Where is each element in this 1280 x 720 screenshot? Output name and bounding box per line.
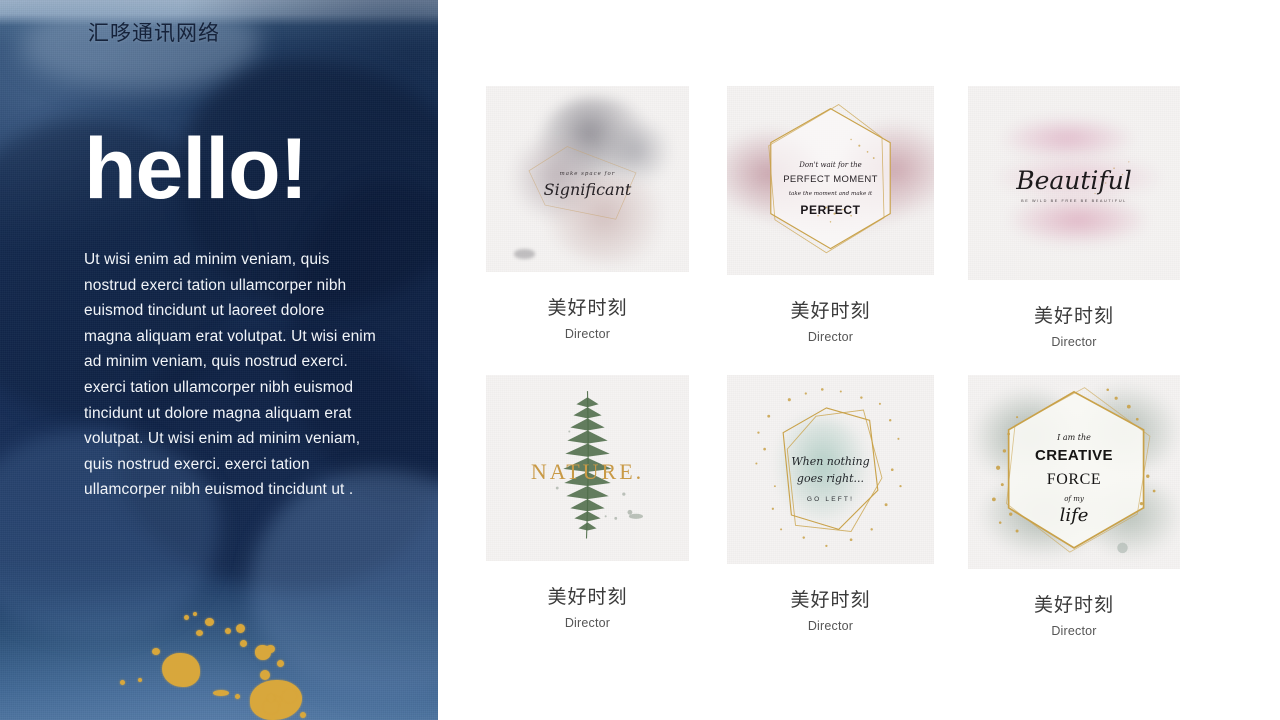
artwork-line-2: CREATIVE [1035,446,1113,464]
gallery-card[interactable]: Don't wait for the PERFECT MOMENT take t… [727,86,934,344]
artwork-line-3: GO LEFT! [806,496,855,504]
artwork-title: NATURE. [530,458,645,484]
card-role: Director [1051,623,1097,638]
card-name: 美好时刻 [790,300,871,323]
card-thumbnail[interactable]: Don't wait for the PERFECT MOMENT take t… [727,86,934,276]
gallery-card[interactable]: When nothing goes right... GO LEFT! 美好时刻… [727,375,934,633]
artwork-line-1: I am the [1057,433,1091,443]
artwork-title: Beautiful [1016,165,1132,195]
card-name: 美好时刻 [547,296,628,319]
artwork-line-3: take the moment and make it [788,191,873,198]
artwork-subtitle: make space for [559,170,616,177]
artwork-line-1: When nothing [791,454,870,468]
card-name: 美好时刻 [547,585,628,608]
card-thumbnail[interactable]: I am the CREATIVE FORCE of my life [968,375,1180,569]
card-name: 美好时刻 [790,589,871,612]
artwork-line-5: life [1059,504,1089,526]
card-role: Director [564,326,611,341]
gallery-card[interactable]: make space for Significant 美好时刻 Director [486,86,689,341]
card-name: 美好时刻 [1033,593,1114,616]
card-role: Director [564,615,611,630]
artwork-line-3: FORCE [1046,471,1102,488]
artwork-subtitle: BE WILD BE FREE BE BEAUTIFUL [1021,198,1127,203]
team-gallery: make space for Significant 美好时刻 Director [438,0,1280,720]
gold-geometric-frame-icon [755,388,902,547]
slide-canvas: 汇哆通讯网络 hello! Ut wisi enim ad minim veni… [0,0,1280,720]
card-role: Director [807,330,854,345]
card-role: Director [807,619,854,634]
gallery-card[interactable]: Beautiful BE WILD BE FREE BE BEAUTIFUL 美… [968,86,1180,349]
page-title: hello! [84,121,308,217]
artwork-line-1: Don't wait for the [799,160,862,169]
brand-title: 汇哆通讯网络 [88,21,220,45]
artwork-line-2: goes right... [796,471,865,485]
ink-splatter [514,249,535,259]
card-name: 美好时刻 [1033,304,1114,327]
card-thumbnail[interactable]: When nothing goes right... GO LEFT! [727,375,934,565]
artwork-line-4: PERFECT [800,203,861,218]
card-role: Director [1051,334,1097,349]
artwork-title: Significant [543,179,632,199]
lead-paragraph: Ut wisi enim ad minim veniam, quis nostr… [84,251,376,499]
left-watercolor-panel: 汇哆通讯网络 hello! Ut wisi enim ad minim veni… [0,0,438,720]
gallery-card[interactable]: NATURE. 美好时刻 Director [486,375,689,630]
card-thumbnail[interactable]: NATURE. [486,375,689,561]
gallery-card[interactable]: I am the CREATIVE FORCE of my life 美好时刻 … [968,375,1180,638]
card-thumbnail[interactable]: make space for Significant [486,86,689,272]
card-thumbnail[interactable]: Beautiful BE WILD BE FREE BE BEAUTIFUL [968,86,1180,280]
artwork-line-2: PERFECT MOMENT [783,174,878,186]
artwork-line-4: of my [1064,495,1084,504]
